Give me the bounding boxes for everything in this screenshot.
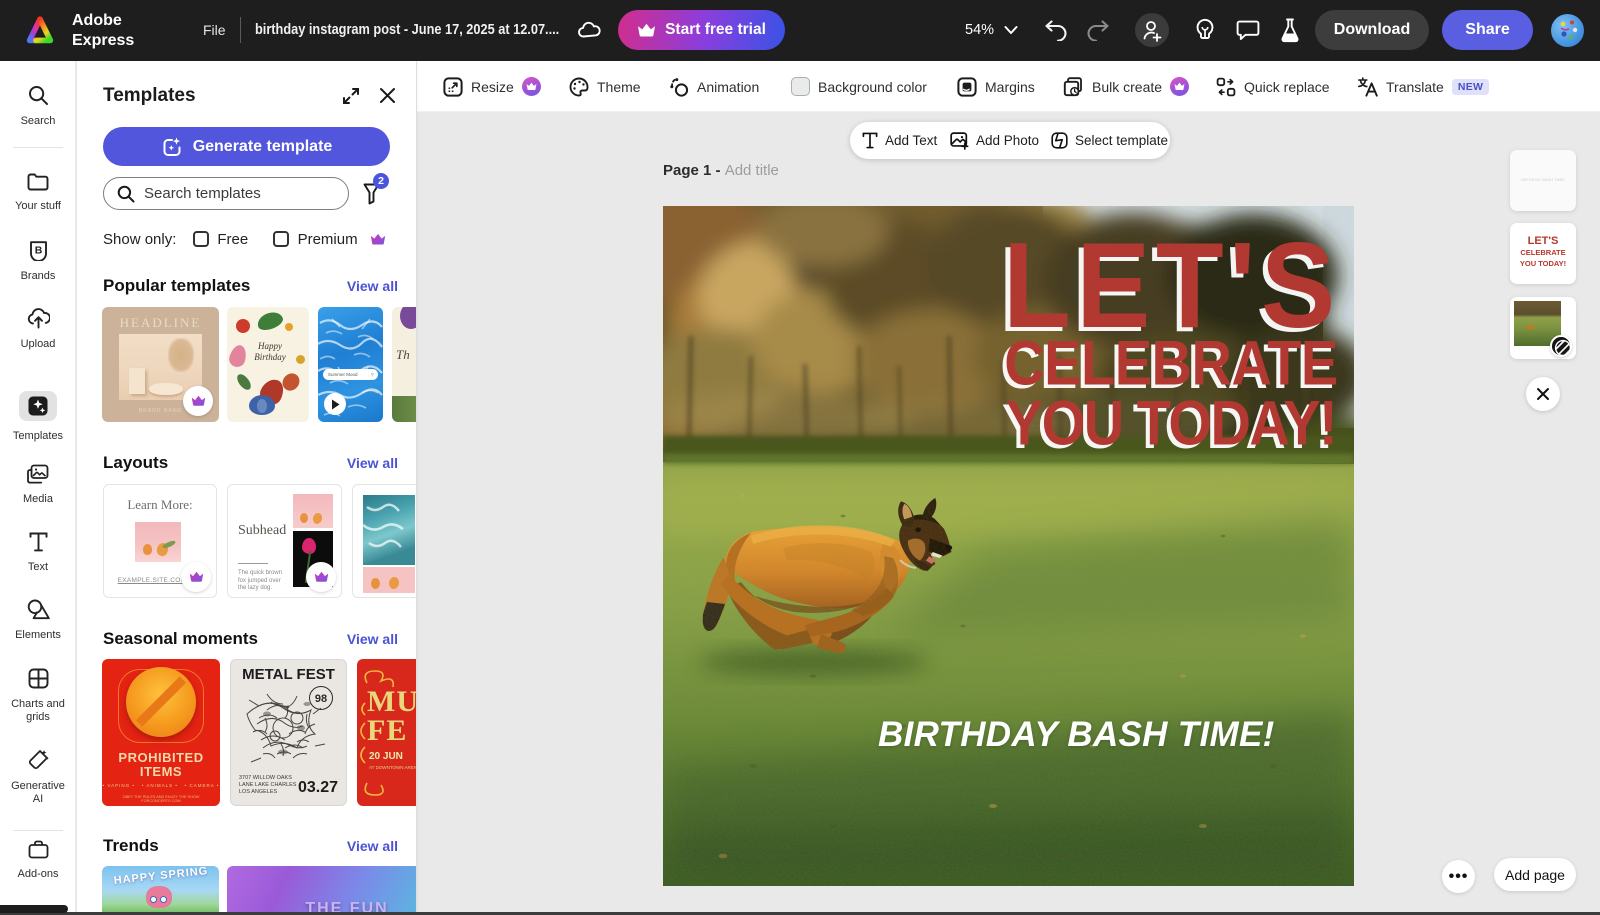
- svg-text:B: B: [34, 245, 42, 257]
